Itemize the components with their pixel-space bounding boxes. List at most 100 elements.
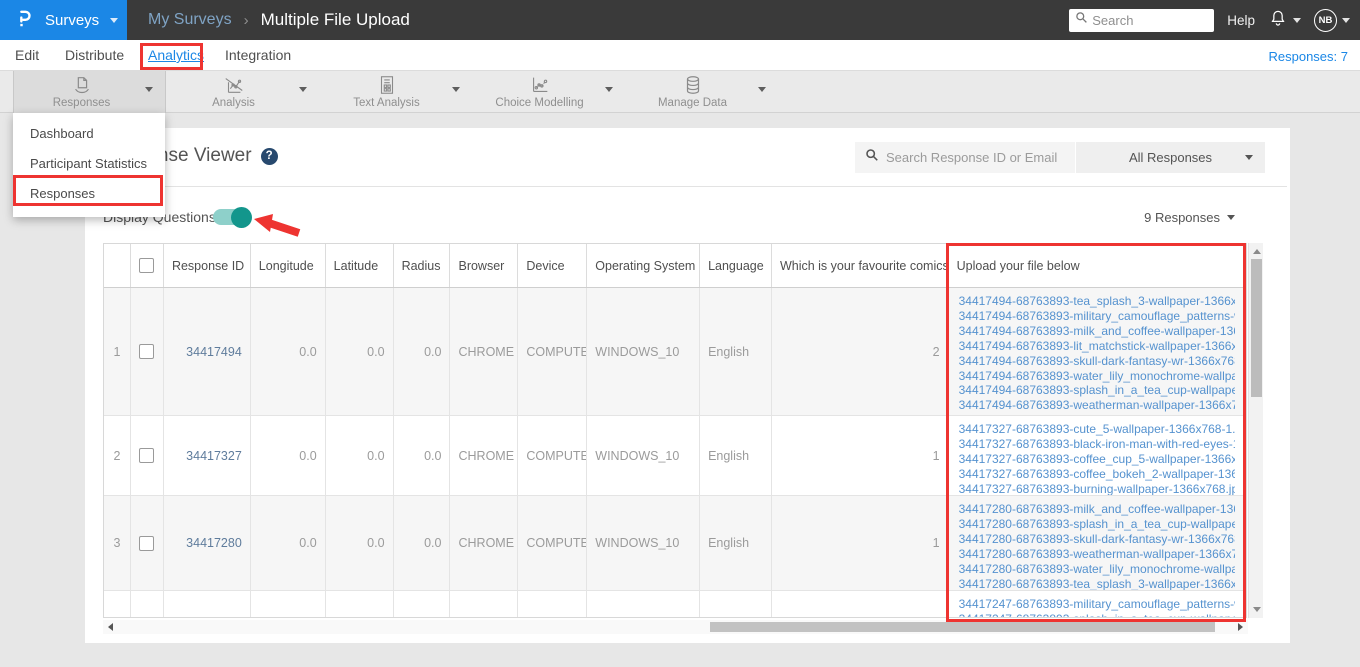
file-link[interactable]: 34417280-68763893-milk_and_coffee-wallpa… xyxy=(959,502,1235,517)
global-search-input[interactable] xyxy=(1092,12,1208,28)
toolbar-tab-analysis[interactable]: Analysis xyxy=(166,71,319,113)
file-link[interactable]: 34417247-68763893-military_camouflage_pa… xyxy=(959,597,1235,612)
toolbar-tab-text-analysis[interactable]: Text Analysis xyxy=(319,71,472,113)
response-search-input[interactable] xyxy=(886,150,1061,165)
chevron-down-icon[interactable] xyxy=(145,87,153,92)
responses-per-page-selector[interactable]: 9 Responses xyxy=(1144,210,1235,225)
vertical-scroll-thumb[interactable] xyxy=(1251,259,1262,397)
nav-tab-integration[interactable]: Integration xyxy=(225,47,291,63)
breadcrumb-my-surveys[interactable]: My Surveys xyxy=(148,11,232,29)
column-header-latitude[interactable]: Latitude xyxy=(326,244,394,287)
file-link[interactable]: 34417327-68763893-cute_5-wallpaper-1366x… xyxy=(959,422,1235,437)
menu-item-responses[interactable]: Responses xyxy=(13,179,165,209)
file-link[interactable]: 34417327-68763893-burning-wallpaper-1366… xyxy=(959,482,1235,495)
nav-tab-edit[interactable]: Edit xyxy=(15,47,39,63)
select-all-checkbox[interactable] xyxy=(139,258,155,273)
cell-browser: CHROME xyxy=(450,416,519,495)
response-id-link[interactable]: 34417327 xyxy=(186,449,242,463)
scroll-right-icon[interactable] xyxy=(1238,623,1243,631)
chevron-down-icon[interactable] xyxy=(605,87,613,92)
response-id-link[interactable]: 34417494 xyxy=(186,345,242,359)
product-menu-label: Surveys xyxy=(45,11,100,29)
cell-response-id: 34417327 xyxy=(164,416,251,495)
cell-operating-system: WINDOWS_10 xyxy=(587,496,701,590)
chevron-down-icon xyxy=(110,17,119,23)
file-link[interactable]: 34417494-68763893-milk_and_coffee-wallpa… xyxy=(959,324,1235,339)
vertical-scrollbar[interactable] xyxy=(1248,243,1263,618)
file-link[interactable]: 34417247-68763893-splash_in_a_tea_cup-wa… xyxy=(959,612,1235,617)
file-link[interactable]: 34417327-68763893-black-iron-man-with-re… xyxy=(959,437,1235,452)
toolbar-tab-responses[interactable]: Responses xyxy=(13,71,166,113)
row-checkbox[interactable] xyxy=(139,535,155,551)
menu-item-dashboard[interactable]: Dashboard xyxy=(13,119,165,149)
response-filter-dropdown[interactable]: All Responses xyxy=(1076,142,1265,173)
column-header-label: Which is your favourite comics? xyxy=(779,258,949,273)
cell-checkbox xyxy=(131,416,164,495)
file-link[interactable]: 34417280-68763893-water_lily_monochrome-… xyxy=(959,562,1235,577)
column-header-checkbox[interactable] xyxy=(131,244,164,287)
column-header-language[interactable]: Language xyxy=(700,244,772,287)
file-link[interactable]: 34417327-68763893-coffee_cup_5-wallpaper… xyxy=(959,452,1235,467)
cell-browser: CHROME xyxy=(450,496,519,590)
cell-radius: 0.0 xyxy=(394,288,451,415)
row-checkbox[interactable] xyxy=(139,344,155,359)
product-menu[interactable]: Surveys xyxy=(0,0,127,40)
response-filter-value: All Responses xyxy=(1128,150,1213,165)
toolbar-tab-manage-data[interactable]: Manage Data xyxy=(625,71,778,113)
column-header-device[interactable]: Device xyxy=(518,244,588,287)
column-header-response-id[interactable]: Response ID▲ xyxy=(164,244,251,287)
breadcrumb-separator: › xyxy=(243,11,249,29)
chevron-down-icon[interactable] xyxy=(299,87,307,92)
help-question-icon[interactable]: ? xyxy=(260,147,278,165)
cell-device: COMPUTER xyxy=(518,416,588,495)
file-link[interactable]: 34417494-68763893-tea_splash_3-wallpaper… xyxy=(959,294,1235,309)
toolbar-tab-label: Responses xyxy=(52,97,111,109)
horizontal-scrollbar[interactable] xyxy=(103,620,1248,634)
file-link[interactable]: 34417494-68763893-skull-dark-fantasy-wr-… xyxy=(959,354,1235,369)
column-header-browser[interactable]: Browser xyxy=(450,244,519,287)
file-link[interactable]: 34417494-68763893-water_lily_monochrome-… xyxy=(959,369,1235,384)
response-id-link[interactable]: 34417280 xyxy=(186,536,242,550)
account-menu[interactable]: NB xyxy=(1314,8,1350,32)
help-link[interactable]: Help xyxy=(1227,13,1255,28)
response-search[interactable] xyxy=(855,142,1075,173)
choice-modelling-icon xyxy=(529,74,551,96)
nav-tab-analytics[interactable]: Analytics xyxy=(148,47,204,63)
file-link[interactable]: 34417280-68763893-splash_in_a_tea_cup-wa… xyxy=(959,517,1235,532)
toolbar-tab-choice-modelling[interactable]: Choice Modelling xyxy=(472,71,625,113)
chevron-down-icon[interactable] xyxy=(452,87,460,92)
notifications-button[interactable] xyxy=(1268,8,1301,33)
nav-tab-distribute[interactable]: Distribute xyxy=(65,47,124,63)
chevron-down-icon[interactable] xyxy=(758,87,766,92)
column-header-row-number xyxy=(104,244,131,287)
file-link[interactable]: 34417327-68763893-coffee_bokeh_2-wallpap… xyxy=(959,467,1235,482)
row-checkbox[interactable] xyxy=(139,448,155,463)
file-link[interactable]: 34417494-68763893-splash_in_a_tea_cup-wa… xyxy=(959,383,1235,398)
scroll-down-icon[interactable] xyxy=(1252,607,1261,612)
column-header-operating-system[interactable]: Operating System xyxy=(587,244,701,287)
toggle-knob xyxy=(231,206,252,228)
display-questions-toggle[interactable] xyxy=(213,206,252,228)
file-link[interactable]: 34417280-68763893-tea_splash_3-wallpaper… xyxy=(959,577,1235,590)
menu-item-participant-statistics[interactable]: Participant Statistics xyxy=(13,149,165,179)
column-header-upload-file[interactable]: Upload your file below xyxy=(949,244,1246,287)
file-link[interactable]: 34417494-68763893-lit_matchstick-wallpap… xyxy=(959,339,1235,354)
column-header-longitude[interactable]: Longitude xyxy=(251,244,326,287)
cell-latitude: 0.0 xyxy=(326,416,394,495)
cell-favourite-comics xyxy=(772,591,949,617)
table-row: 2344173270.00.00.0CHROMECOMPUTERWINDOWS_… xyxy=(104,416,1246,496)
scroll-left-icon[interactable] xyxy=(108,623,113,631)
cell-latitude: 0.0 xyxy=(326,496,394,590)
file-link[interactable]: 34417280-68763893-weatherman-wallpaper-1… xyxy=(959,547,1235,562)
scroll-up-icon[interactable] xyxy=(1252,249,1261,254)
file-link[interactable]: 34417280-68763893-skull-dark-fantasy-wr-… xyxy=(959,532,1235,547)
cell-favourite-comics: 2 xyxy=(772,288,949,415)
global-search[interactable] xyxy=(1069,8,1215,32)
cell-language: English xyxy=(700,416,772,495)
file-link[interactable]: 34417494-68763893-military_camouflage_pa… xyxy=(959,309,1235,324)
column-header-favourite-comics[interactable]: Which is your favourite comics? xyxy=(772,244,949,287)
file-link[interactable]: 34417494-68763893-weatherman-wallpaper-1… xyxy=(959,398,1235,413)
horizontal-scroll-thumb[interactable] xyxy=(710,622,1215,632)
toolbar-tab-label: Choice Modelling xyxy=(495,97,584,109)
column-header-radius[interactable]: Radius xyxy=(394,244,451,287)
